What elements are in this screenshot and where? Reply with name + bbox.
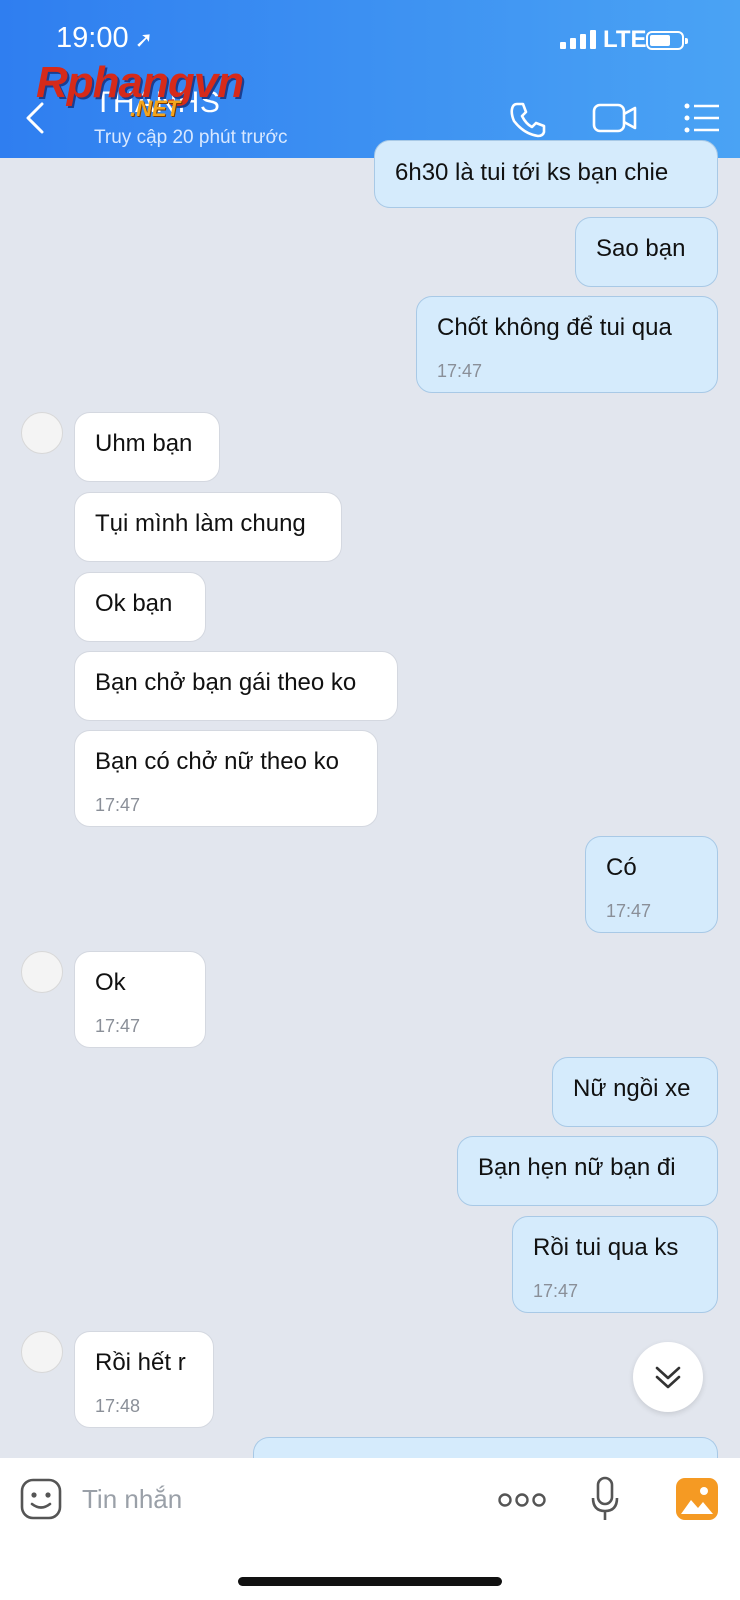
message-time: 17:47 bbox=[533, 1281, 579, 1301]
message-time: 17:47 bbox=[95, 1016, 141, 1036]
message-bubble-incoming[interactable]: Rồi hết r 17:48 bbox=[74, 1331, 214, 1428]
microphone-icon[interactable] bbox=[590, 1476, 620, 1522]
message-bubble-outgoing[interactable]: Bạn hẹn nữ bạn đi bbox=[457, 1136, 718, 1206]
message-text: Rồi hết r bbox=[95, 1349, 186, 1376]
message-bubble-outgoing[interactable]: 6h30 là tui tới ks bạn chie bbox=[374, 140, 718, 208]
avatar[interactable] bbox=[21, 951, 63, 993]
home-indicator bbox=[238, 1577, 502, 1586]
location-arrow-icon: ➚ bbox=[134, 27, 154, 52]
video-camera-icon[interactable] bbox=[592, 100, 638, 136]
phone-icon[interactable] bbox=[508, 100, 548, 140]
message-bubble-incoming[interactable]: Bạn chở bạn gái theo ko bbox=[74, 651, 398, 721]
message-text: Tụi mình làm chung bbox=[95, 510, 306, 537]
message-time: 17:48 bbox=[95, 1396, 141, 1416]
message-text: Bạn có chở nữ theo ko bbox=[95, 748, 339, 775]
message-bubble-outgoing[interactable]: Chốt không để tui qua 17:47 bbox=[416, 296, 718, 393]
message-text: Rồi tui qua ks bbox=[533, 1234, 679, 1261]
watermark-logo-suffix: .NET bbox=[130, 96, 181, 121]
message-text: Chốt không để tui qua bbox=[437, 314, 672, 341]
message-text: Ok bbox=[95, 969, 126, 996]
message-bubble-incoming[interactable]: Tụi mình làm chung bbox=[74, 492, 342, 562]
message-input[interactable]: Tin nhắn bbox=[82, 1484, 182, 1515]
message-bubble-incoming[interactable]: Bạn có chở nữ theo ko 17:47 bbox=[74, 730, 378, 827]
avatar[interactable] bbox=[21, 1331, 63, 1373]
message-text: Bạn hẹn nữ bạn đi bbox=[478, 1154, 676, 1181]
network-label: LTE bbox=[603, 26, 647, 53]
battery-icon bbox=[646, 31, 688, 50]
last-seen-status: Truy cập 20 phút trước bbox=[94, 127, 288, 148]
message-bubble-outgoing[interactable]: Sao bạn bbox=[575, 217, 718, 287]
more-dots-icon[interactable] bbox=[498, 1490, 546, 1510]
message-time: 17:47 bbox=[606, 901, 652, 921]
message-bubble-outgoing[interactable]: Nữ ngồi xe bbox=[552, 1057, 718, 1127]
scroll-to-bottom-button[interactable] bbox=[633, 1342, 703, 1412]
signal-icon bbox=[560, 30, 596, 49]
message-text: Ok bạn bbox=[95, 590, 173, 617]
message-time: 17:47 bbox=[95, 795, 141, 815]
message-text: Uhm bạn bbox=[95, 430, 193, 457]
message-bubble-incoming[interactable]: Ok 17:47 bbox=[74, 951, 206, 1048]
message-text: 6h30 là tui tới ks bạn chie bbox=[395, 159, 669, 186]
message-text: Nữ ngồi xe bbox=[573, 1075, 691, 1102]
list-menu-icon[interactable] bbox=[683, 100, 721, 136]
image-gallery-icon[interactable] bbox=[676, 1478, 718, 1520]
sticker-icon[interactable] bbox=[20, 1478, 62, 1520]
message-text: Bạn chở bạn gái theo ko bbox=[95, 669, 357, 696]
message-bubble-incoming[interactable]: Uhm bạn bbox=[74, 412, 220, 482]
message-bubble-outgoing[interactable]: Rồi tui qua ks 17:47 bbox=[512, 1216, 718, 1313]
message-text: Sao bạn bbox=[596, 235, 686, 262]
double-chevron-down-icon bbox=[655, 1366, 681, 1389]
status-time: 19:00 ➚ bbox=[56, 22, 153, 55]
message-text: Có bbox=[606, 854, 637, 881]
chat-header: 19:00 ➚ LTE THANHS Truy cập 20 phút trước… bbox=[0, 0, 740, 158]
avatar[interactable] bbox=[21, 412, 63, 454]
status-time-text: 19:00 bbox=[56, 22, 129, 54]
message-bubble-incoming[interactable]: Ok bạn bbox=[74, 572, 206, 642]
message-bubble-outgoing[interactable]: Có 17:47 bbox=[585, 836, 718, 933]
message-time: 17:47 bbox=[437, 361, 483, 381]
